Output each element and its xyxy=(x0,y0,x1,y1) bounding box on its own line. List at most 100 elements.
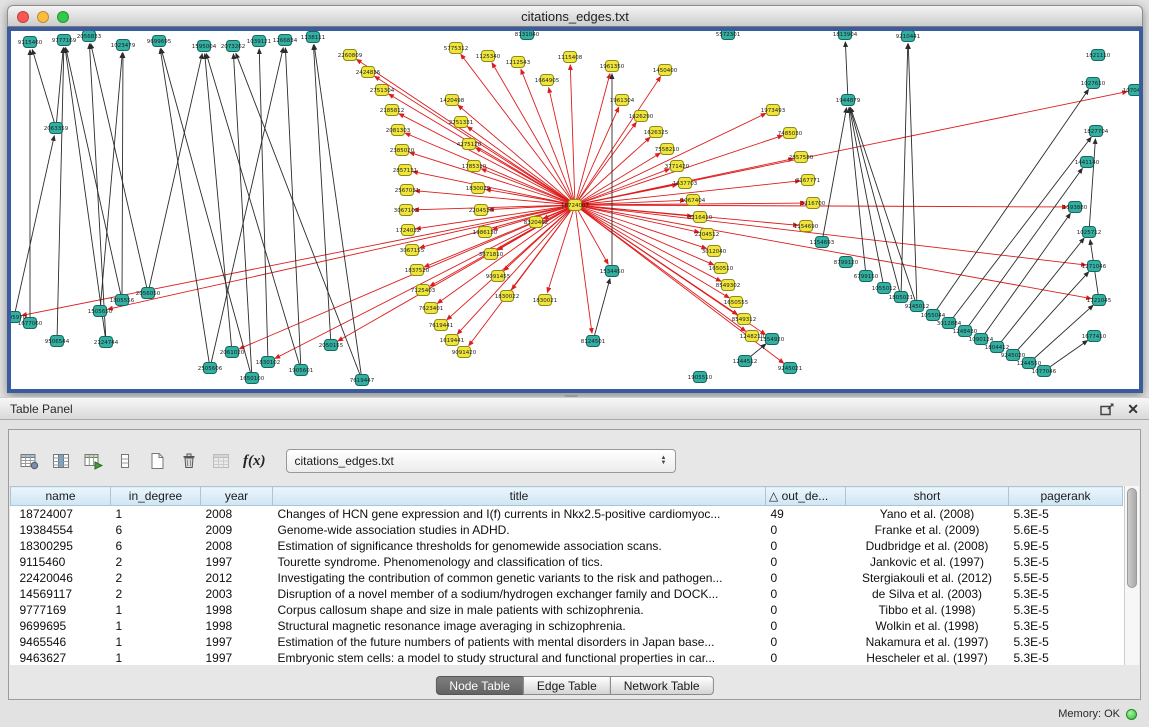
network-table-selector[interactable]: citations_edges.txt ▲▼ xyxy=(286,449,676,473)
graph-edge[interactable] xyxy=(908,44,917,306)
graph-node[interactable]: 1830029 xyxy=(466,183,491,194)
table-cell[interactable]: Franke et al. (2009) xyxy=(846,522,1009,538)
graph-node[interactable]: 3671810 xyxy=(479,249,504,260)
graph-node[interactable]: 1595004 xyxy=(192,41,217,52)
graph-edge[interactable] xyxy=(314,45,362,380)
table-cell[interactable]: 5.9E-5 xyxy=(1009,538,1123,554)
graph-node[interactable]: 2056833 xyxy=(77,31,102,42)
graph-node[interactable]: 1090124 xyxy=(969,334,994,345)
graph-node[interactable]: 1677410 xyxy=(1082,331,1107,342)
table-cell[interactable]: 0 xyxy=(766,554,846,570)
show-columns-icon[interactable] xyxy=(51,449,71,473)
graph-node[interactable]: 1212543 xyxy=(506,57,531,68)
graph-edge[interactable] xyxy=(89,44,106,342)
graph-node[interactable]: 1271046 xyxy=(1082,261,1107,272)
graph-edge[interactable] xyxy=(575,113,766,205)
graph-node[interactable]: 2751304 xyxy=(370,85,395,96)
row-height-icon[interactable] xyxy=(115,449,135,473)
graph-edge[interactable] xyxy=(997,238,1084,347)
column-header[interactable]: name xyxy=(11,487,111,506)
graph-node[interactable]: 9245020 xyxy=(1001,350,1026,361)
graph-node[interactable]: 1450400 xyxy=(653,65,678,76)
graph-edge[interactable] xyxy=(575,122,636,205)
table-cell[interactable]: 2009 xyxy=(201,522,273,538)
table-cell[interactable]: 0 xyxy=(766,570,846,586)
graph-node[interactable]: 1138111 xyxy=(301,32,326,43)
table-cell[interactable]: 1998 xyxy=(201,618,273,634)
column-header[interactable]: year xyxy=(201,487,273,506)
table-cell[interactable]: 0 xyxy=(766,586,846,602)
table-cell[interactable]: 9463627 xyxy=(11,650,111,666)
graph-edge[interactable] xyxy=(275,205,575,358)
graph-node[interactable]: 1248430 xyxy=(953,326,978,337)
graph-edge[interactable] xyxy=(933,90,1088,315)
close-window-icon[interactable] xyxy=(17,11,29,23)
table-cell[interactable]: 2 xyxy=(111,570,201,586)
table-cell[interactable]: Jankovic et al. (1997) xyxy=(846,554,1009,570)
graph-node[interactable]: 1244512 xyxy=(733,356,758,367)
table-row[interactable]: 2242004622012Investigating the contribut… xyxy=(11,570,1123,586)
import-table-icon[interactable] xyxy=(211,449,231,473)
table-cell[interactable]: Changes of HCN gene expression and I(f) … xyxy=(273,506,766,522)
graph-node[interactable]: 9115460 xyxy=(18,37,43,48)
graph-edge[interactable] xyxy=(100,53,122,311)
graph-node[interactable]: 1593880 xyxy=(1063,202,1088,213)
table-cell[interactable]: 2008 xyxy=(201,506,273,522)
graph-node[interactable]: 2073262 xyxy=(221,41,246,52)
graph-node[interactable]: 1266834 xyxy=(273,35,298,46)
table-cell[interactable]: 18724007 xyxy=(11,506,111,522)
table-cell[interactable]: 0 xyxy=(766,618,846,634)
table-cell[interactable]: 5.3E-5 xyxy=(1009,602,1123,618)
column-header[interactable]: title xyxy=(273,487,766,506)
graph-node[interactable]: 3012040 xyxy=(702,246,727,257)
graph-edge[interactable] xyxy=(57,48,64,341)
graph-node[interactable]: 8799120 xyxy=(834,257,859,268)
graph-edge[interactable] xyxy=(405,133,575,205)
table-cell[interactable]: 6 xyxy=(111,522,201,538)
table-row[interactable]: 977716911998Corpus callosum shape and si… xyxy=(11,602,1123,618)
column-header[interactable]: △ out_de... xyxy=(766,487,846,506)
table-cell[interactable]: 1 xyxy=(111,602,201,618)
tab-edge-table[interactable]: Edge Table xyxy=(523,676,611,695)
graph-node[interactable]: 1295970 xyxy=(11,312,27,323)
table-cell[interactable]: Tibbo et al. (1998) xyxy=(846,602,1009,618)
graph-node[interactable]: 9245021 xyxy=(778,363,803,374)
table-cell[interactable]: 14569117 xyxy=(11,586,111,602)
table-cell[interactable]: Estimation of the future numbers of pati… xyxy=(273,634,766,650)
graph-node[interactable]: 8549302 xyxy=(716,280,741,291)
zoom-window-icon[interactable] xyxy=(57,11,69,23)
graph-node[interactable]: 2385020 xyxy=(390,145,415,156)
graph-node[interactable]: 1961304 xyxy=(610,95,635,106)
graph-node[interactable]: 1805556 xyxy=(110,295,135,306)
graph-edge[interactable] xyxy=(14,136,54,317)
table-row[interactable]: 946554611997Estimation of the future num… xyxy=(11,634,1123,650)
column-header[interactable]: in_degree xyxy=(111,487,201,506)
graph-node[interactable]: 1905601 xyxy=(289,365,314,376)
graph-node[interactable]: 1025712 xyxy=(1077,227,1102,238)
table-cell[interactable]: 5.3E-5 xyxy=(1009,554,1123,570)
graph-edge[interactable] xyxy=(313,45,331,345)
graph-edge[interactable] xyxy=(575,205,1086,265)
tab-network-table[interactable]: Network Table xyxy=(610,676,714,695)
table-cell[interactable]: 5.6E-5 xyxy=(1009,522,1123,538)
graph-node[interactable]: 1070461 xyxy=(1123,85,1139,96)
graph-node[interactable]: 7485030 xyxy=(778,128,803,139)
graph-edge[interactable] xyxy=(65,48,106,342)
graph-node[interactable]: 2185812 xyxy=(380,105,405,116)
graph-node[interactable]: 9506544 xyxy=(45,336,70,347)
graph-node[interactable]: 9091455 xyxy=(486,271,511,282)
column-header[interactable]: pagerank xyxy=(1009,487,1123,506)
graph-node[interactable]: 1027610 xyxy=(1081,78,1106,89)
graph-node[interactable]: 1441140 xyxy=(1075,157,1100,168)
table-cell[interactable]: 0 xyxy=(766,602,846,618)
graph-edge[interactable] xyxy=(259,49,268,362)
table-cell[interactable]: 5.3E-5 xyxy=(1009,586,1123,602)
table-cell[interactable]: 5.3E-5 xyxy=(1009,506,1123,522)
graph-node[interactable]: 3771420 xyxy=(665,161,690,172)
table-cell[interactable]: 1 xyxy=(111,650,201,666)
graph-edge[interactable] xyxy=(593,279,610,341)
graph-node[interactable]: 1055012 xyxy=(872,283,897,294)
graph-node[interactable]: 1055044 xyxy=(921,310,946,321)
scrollbar-thumb[interactable] xyxy=(1127,488,1137,588)
table-cell[interactable]: Investigating the contribution of common… xyxy=(273,570,766,586)
